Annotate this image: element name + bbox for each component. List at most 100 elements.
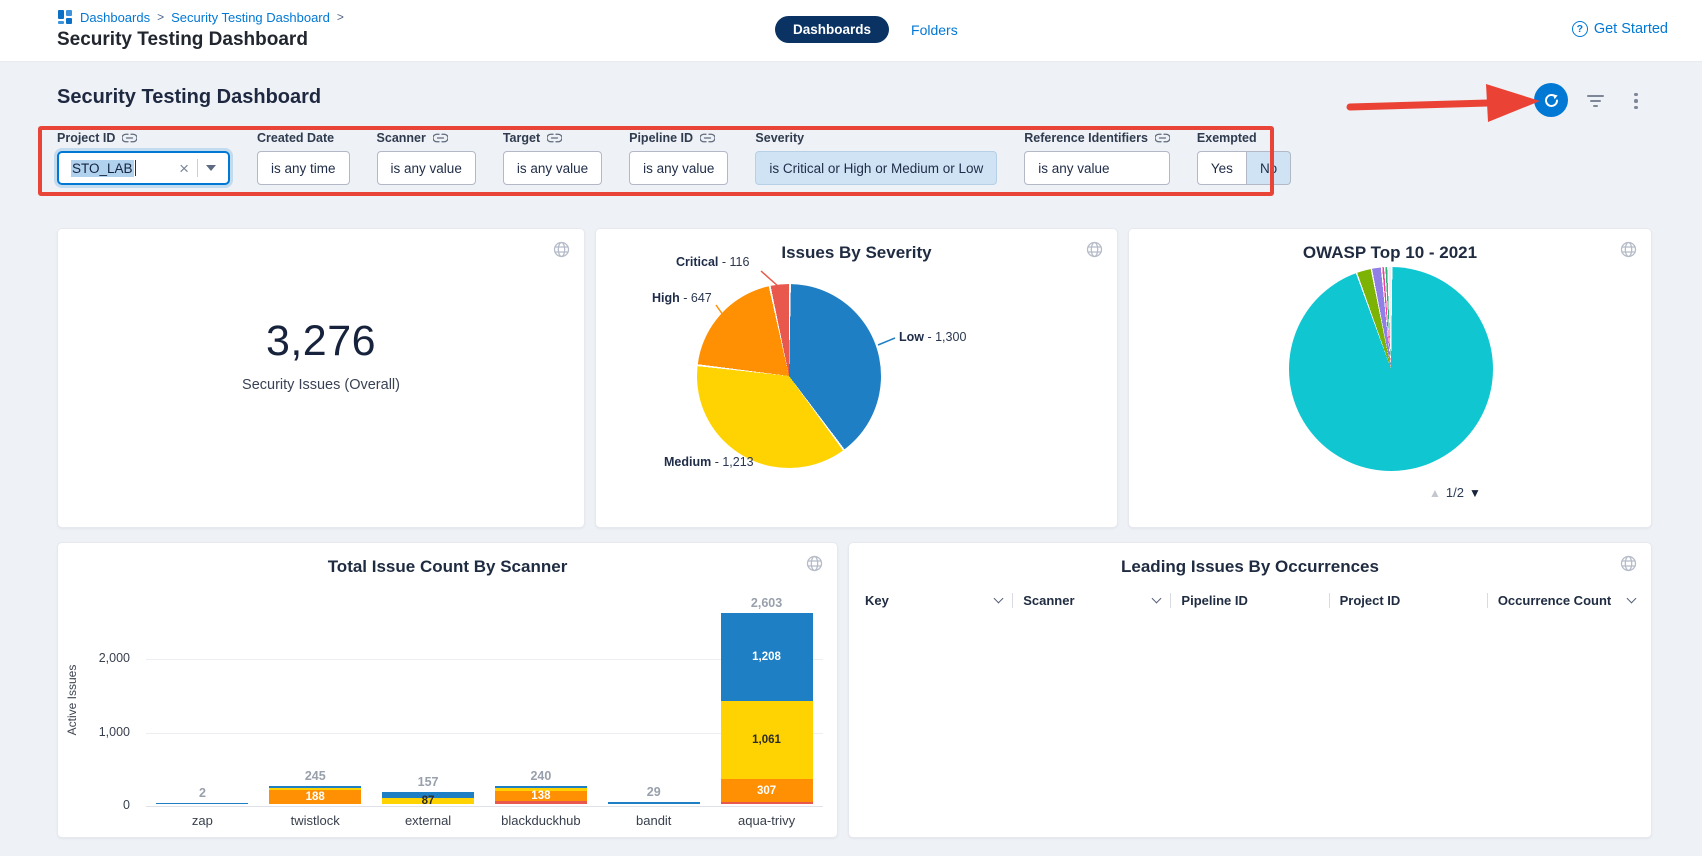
scanner-chip[interactable]: is any value — [377, 151, 476, 185]
project-id-value: STO_LAB — [71, 160, 134, 177]
filter-label: Severity — [755, 131, 804, 145]
target-chip[interactable]: is any value — [503, 151, 602, 185]
page-up-icon[interactable]: ▲ — [1429, 486, 1441, 500]
refresh-button[interactable] — [1534, 83, 1568, 117]
pipeline-id-chip[interactable]: is any value — [629, 151, 728, 185]
tab-dashboards[interactable]: Dashboards — [775, 16, 889, 43]
page-down-icon[interactable]: ▼ — [1469, 486, 1481, 500]
bar-segment-high[interactable]: 138 — [495, 791, 587, 801]
overall-issue-count: 3,276 — [58, 317, 584, 366]
severity-pie[interactable] — [697, 284, 881, 468]
dashboard-filter-button[interactable] — [1583, 90, 1607, 112]
bar-total-label: 157 — [418, 775, 439, 789]
bar-stack — [608, 802, 700, 804]
filter-label: Created Date — [257, 131, 334, 145]
bar-segment-medium[interactable]: 87 — [382, 798, 474, 804]
bar-category-label: zap — [192, 813, 213, 828]
header-tabs: Dashboards Folders — [775, 16, 958, 43]
tab-folders[interactable]: Folders — [911, 22, 958, 38]
table-header-row: Key Scanner Pipeline ID Project ID Occurrenc… — [849, 585, 1651, 615]
owasp-pie[interactable] — [1289, 267, 1493, 471]
bar-segment-critical[interactable] — [721, 802, 813, 804]
bar-segment-high[interactable]: 307 — [721, 779, 813, 802]
bar-segment-low[interactable]: 1,208 — [721, 613, 813, 702]
card-leading-issues-by-occurrences: Leading Issues By Occurrences KeyScanner… — [848, 542, 1652, 838]
column-header-key[interactable]: Key — [855, 593, 1012, 608]
clear-icon[interactable]: × — [173, 160, 195, 177]
bar-total-label: 2,603 — [751, 596, 782, 610]
filter-label: Exempted — [1197, 131, 1257, 145]
column-label: Key — [865, 593, 889, 608]
page-indicator: 1/2 — [1446, 485, 1464, 500]
globe-icon — [806, 555, 823, 572]
bar-segment-medium[interactable]: 1,061 — [721, 701, 813, 779]
bar-total-label: 2 — [199, 786, 206, 800]
link-icon — [1155, 133, 1170, 143]
pie-label-medium: Medium - 1,213 — [664, 455, 754, 469]
top-header: Dashboards > Security Testing Dashboard … — [0, 0, 1702, 62]
bar-column-bandit: 29bandit — [597, 583, 710, 804]
breadcrumb-separator: > — [337, 10, 344, 24]
filter-label: Reference Identifiers — [1024, 131, 1148, 145]
bar-stack: 188 — [269, 786, 361, 804]
chevron-down-icon[interactable] — [206, 165, 216, 171]
column-header-pipeline-id[interactable]: Pipeline ID — [1171, 593, 1328, 608]
bar-segment-high[interactable]: 188 — [269, 790, 361, 804]
severity-chip[interactable]: is Critical or High or Medium or Low — [755, 151, 997, 185]
bar-total-label: 29 — [647, 785, 661, 799]
bar-column-aqua-trivy: 2,6031,2081,061307aqua-trivy — [710, 583, 823, 804]
column-label: Scanner — [1023, 593, 1074, 608]
bar-column-twistlock: 245188twistlock — [259, 583, 372, 804]
column-header-scanner[interactable]: Scanner — [1013, 593, 1170, 608]
text-cursor — [135, 160, 136, 176]
exempted-no-button[interactable]: No — [1247, 151, 1291, 185]
filter-pipeline-id: Pipeline ID is any value — [629, 131, 728, 185]
globe-icon — [1620, 555, 1637, 572]
pie-label-high: High - 647 — [652, 291, 712, 305]
filter-severity: Severity is Critical or High or Medium o… — [755, 131, 997, 185]
bar-segment-low[interactable] — [608, 802, 700, 804]
bar-stack: 1,2081,061307 — [721, 613, 813, 804]
globe-icon — [1620, 241, 1637, 258]
breadcrumb-dashboards[interactable]: Dashboards — [80, 10, 150, 25]
card-issues-by-severity: Issues By Severity Critical - 116 High -… — [595, 228, 1118, 528]
more-options-button[interactable] — [1624, 90, 1648, 112]
bar-column-blackduckhub: 240138blackduckhub — [484, 583, 597, 804]
link-icon — [122, 133, 137, 143]
reference-identifiers-chip[interactable]: is any value — [1024, 151, 1170, 185]
get-started-label: Get Started — [1594, 21, 1668, 37]
breadcrumb-current-dashboard[interactable]: Security Testing Dashboard — [171, 10, 330, 25]
bar-column-zap: 2zap — [146, 583, 259, 804]
y-tick-label: 1,000 — [72, 725, 130, 739]
refresh-icon — [1543, 92, 1560, 109]
created-date-chip[interactable]: is any time — [257, 151, 350, 185]
globe-icon — [553, 241, 570, 258]
filter-label: Pipeline ID — [629, 131, 693, 145]
filter-bar: Project ID STO_LAB × Created Date is any… — [57, 131, 1291, 185]
column-label: Occurrence Count — [1498, 593, 1611, 608]
chart-title: Issues By Severity — [596, 243, 1117, 263]
bar-stack: 87 — [382, 792, 474, 804]
y-tick-label: 2,000 — [72, 651, 130, 665]
globe-icon — [1086, 241, 1103, 258]
filter-lines-icon — [1587, 95, 1604, 97]
pie-pagination: ▲ 1/2 ▼ — [1429, 485, 1481, 500]
project-id-input[interactable]: STO_LAB × — [57, 151, 230, 185]
bar-segment-low[interactable] — [156, 803, 248, 804]
column-label: Pipeline ID — [1181, 593, 1247, 608]
breadcrumb-separator: > — [157, 10, 164, 24]
get-started-link[interactable]: ? Get Started — [1572, 21, 1668, 37]
chevron-down-icon — [1627, 593, 1637, 603]
filter-project-id: Project ID STO_LAB × — [57, 131, 230, 185]
card-security-issues-overall: 3,276 Security Issues (Overall) — [57, 228, 585, 528]
bar-column-external: 15787external — [372, 583, 485, 804]
bar-category-label: aqua-trivy — [738, 813, 795, 828]
column-header-project-id[interactable]: Project ID — [1330, 593, 1487, 608]
bar-stack: 138 — [495, 786, 587, 804]
bar-category-label: twistlock — [291, 813, 340, 828]
input-divider — [197, 159, 198, 177]
bar-category-label: blackduckhub — [501, 813, 581, 828]
bar-category-label: bandit — [636, 813, 671, 828]
column-header-occurrence-count[interactable]: Occurrence Count — [1488, 593, 1645, 608]
exempted-yes-button[interactable]: Yes — [1197, 151, 1247, 185]
